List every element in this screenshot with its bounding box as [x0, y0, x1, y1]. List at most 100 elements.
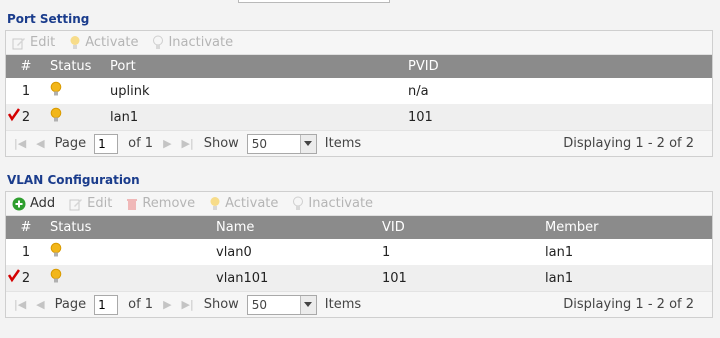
first-page-icon[interactable]: |◀: [14, 137, 26, 150]
plus-circle-icon: [12, 197, 26, 210]
next-page-icon[interactable]: ▶: [163, 298, 171, 311]
vlan-remove-button[interactable]: Remove: [126, 196, 195, 211]
vlan-add-label: Add: [30, 196, 56, 211]
vlan-activate-button[interactable]: Activate: [209, 196, 278, 211]
lightbulb-icon: [70, 36, 80, 49]
table-row[interactable]: 2 lan1 101: [6, 104, 712, 130]
port-pager: |◀ ◀ Page of 1 ▶ ▶| Show 50 Items Displa…: [6, 130, 712, 156]
page-size-select[interactable]: 50: [246, 294, 317, 315]
pvid-cell: 101: [404, 104, 712, 130]
page-input[interactable]: [94, 133, 119, 154]
last-page-icon[interactable]: ▶|: [182, 137, 194, 150]
row-num: 1: [6, 239, 46, 265]
table-header-row: # Status Port PVID: [6, 55, 712, 78]
port-setting-toolbar: Edit Activate Inactivate: [6, 31, 712, 55]
show-label: Show: [203, 136, 239, 151]
lightbulb-off-icon: [153, 35, 164, 49]
row-num: 1: [6, 78, 46, 104]
page-of-label: of 1: [128, 297, 154, 312]
table-header-row: # Status Name VID Member: [6, 216, 712, 239]
status-cell: [46, 265, 212, 291]
vlan-table: # Status Name VID Member 1 vlan0 1 lan1 …: [6, 216, 712, 291]
vlan-edit-button[interactable]: Edit: [69, 196, 112, 211]
red-check-icon: [7, 107, 20, 121]
row-num: 2: [6, 104, 46, 130]
name-cell: vlan101: [212, 265, 378, 291]
vlan-edit-label: Edit: [87, 196, 113, 211]
col-num[interactable]: #: [6, 216, 46, 239]
row-num-text: 1: [21, 244, 31, 260]
top-tab-edge: [238, 0, 390, 3]
vlan-configuration-panel: Add Edit Remove Activate Inactivate # St…: [5, 191, 713, 318]
row-num: 2: [6, 265, 46, 291]
port-activate-button[interactable]: Activate: [69, 35, 138, 50]
edit-icon: [12, 37, 25, 49]
lightbulb-icon: [210, 197, 220, 210]
vlan-activate-label: Activate: [225, 196, 279, 211]
name-cell: vlan0: [216, 244, 252, 260]
items-label: Items: [324, 136, 362, 151]
vlan-add-button[interactable]: Add: [12, 196, 55, 211]
items-label: Items: [324, 297, 362, 312]
chevron-down-icon[interactable]: [299, 134, 316, 153]
vlan-inactivate-button[interactable]: Inactivate: [292, 196, 373, 211]
edit-icon: [69, 198, 83, 210]
col-pvid[interactable]: PVID: [404, 55, 712, 78]
page-size-value: 50: [251, 297, 268, 312]
col-member[interactable]: Member: [541, 216, 712, 239]
status-cell: [46, 104, 106, 130]
vid-cell: 1: [382, 244, 391, 260]
row-num-text: 2: [21, 270, 31, 286]
port-activate-label: Activate: [85, 35, 139, 50]
col-vid[interactable]: VID: [378, 216, 541, 239]
display-count: Displaying 1 - 2 of 2: [563, 297, 694, 312]
port-inactivate-button[interactable]: Inactivate: [152, 35, 233, 50]
lightbulb-on-icon: [50, 81, 62, 96]
port-inactivate-label: Inactivate: [168, 35, 234, 50]
port-setting-table: # Status Port PVID 1 uplink n/a 2 lan1 1…: [6, 55, 712, 130]
lightbulb-on-icon: [50, 242, 62, 257]
member-cell: lan1: [545, 244, 574, 260]
port-setting-panel: Edit Activate Inactivate # Status Port P…: [5, 30, 713, 157]
next-page-icon[interactable]: ▶: [163, 137, 171, 150]
vid-cell: 101: [378, 265, 541, 291]
row-num-text: 1: [21, 83, 31, 99]
vlan-remove-label: Remove: [142, 196, 196, 211]
col-num[interactable]: #: [6, 55, 46, 78]
prev-page-icon[interactable]: ◀: [36, 137, 44, 150]
page-size-select[interactable]: 50: [246, 133, 317, 154]
lightbulb-off-icon: [293, 196, 304, 210]
lightbulb-on-icon: [50, 268, 62, 283]
member-cell: lan1: [541, 265, 712, 291]
vlan-pager: |◀ ◀ Page of 1 ▶ ▶| Show 50 Items Displa…: [6, 291, 712, 317]
last-page-icon[interactable]: ▶|: [182, 298, 194, 311]
col-status[interactable]: Status: [46, 55, 106, 78]
first-page-icon[interactable]: |◀: [14, 298, 26, 311]
col-status[interactable]: Status: [46, 216, 212, 239]
vlan-configuration-title: VLAN Configuration: [7, 173, 140, 187]
vlan-inactivate-label: Inactivate: [308, 196, 374, 211]
row-num-text: 2: [21, 109, 31, 125]
table-row[interactable]: 1 vlan0 1 lan1: [6, 239, 712, 265]
page-size-value: 50: [251, 136, 268, 151]
display-count: Displaying 1 - 2 of 2: [563, 136, 694, 151]
page-of-label: of 1: [128, 136, 154, 151]
port-setting-title: Port Setting: [7, 12, 90, 26]
chevron-down-icon[interactable]: [299, 295, 316, 314]
port-edit-button[interactable]: Edit: [12, 35, 55, 50]
vlan-toolbar: Add Edit Remove Activate Inactivate: [6, 192, 712, 216]
col-port[interactable]: Port: [106, 55, 404, 78]
port-edit-label: Edit: [30, 35, 56, 50]
prev-page-icon[interactable]: ◀: [36, 298, 44, 311]
lightbulb-on-icon: [50, 107, 62, 122]
table-row[interactable]: 2 vlan101 101 lan1: [6, 265, 712, 291]
status-cell: [46, 239, 212, 265]
pvid-cell: n/a: [408, 83, 429, 99]
status-cell: [46, 78, 106, 104]
table-row[interactable]: 1 uplink n/a: [6, 78, 712, 104]
red-check-icon: [7, 268, 20, 282]
show-label: Show: [203, 297, 239, 312]
page-input[interactable]: [94, 294, 119, 315]
col-name[interactable]: Name: [212, 216, 378, 239]
trash-icon: [127, 198, 138, 210]
